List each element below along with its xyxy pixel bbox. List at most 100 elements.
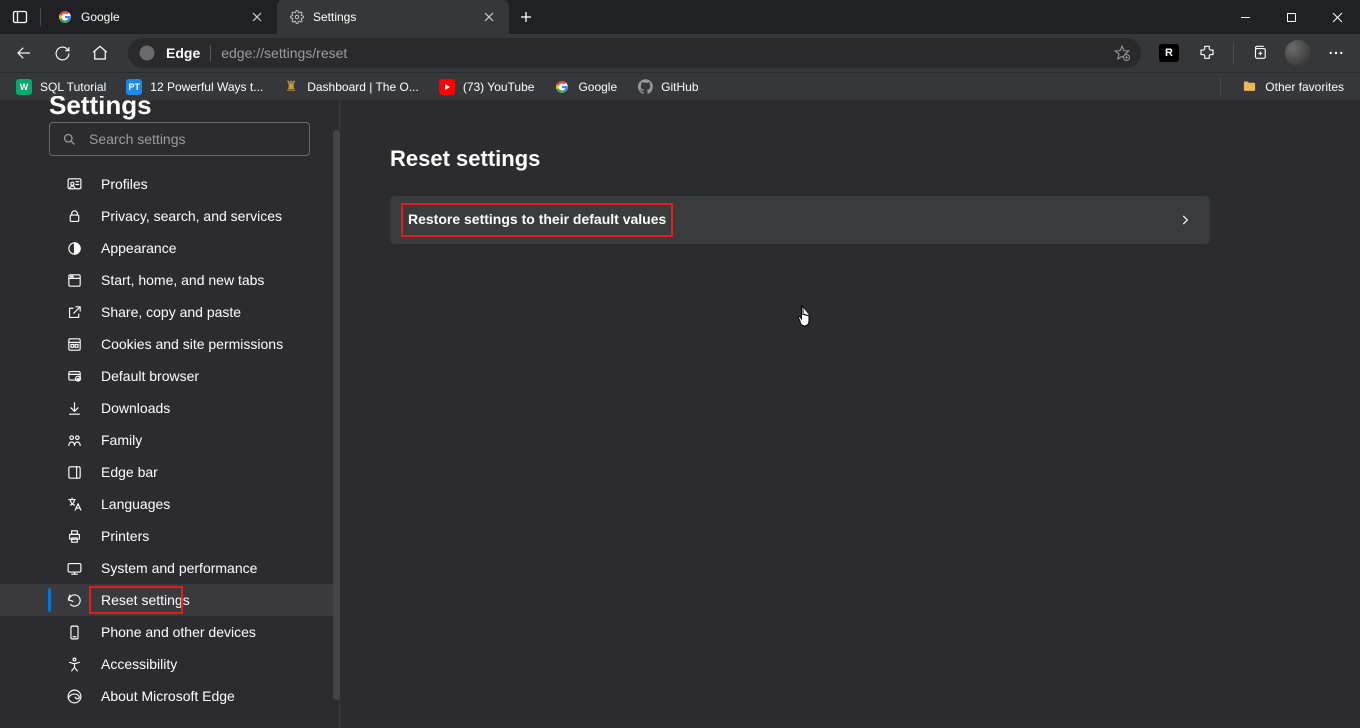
- settings-search-input[interactable]: Search settings: [49, 122, 310, 156]
- sidebar-item-default[interactable]: Default browser: [0, 360, 340, 392]
- separator: [40, 8, 41, 26]
- bookmark-label: Google: [578, 80, 617, 94]
- bookmark-label: Dashboard | The O...: [307, 80, 419, 94]
- refresh-button[interactable]: [44, 37, 80, 69]
- pt-icon: PT: [126, 79, 142, 95]
- bookmark-powerful-ways[interactable]: PT 12 Powerful Ways t...: [118, 75, 271, 99]
- edgebar-icon: [65, 463, 83, 481]
- sidebar-item-label: System and performance: [101, 560, 257, 576]
- tab-settings[interactable]: Settings: [277, 0, 509, 34]
- page-heading: Reset settings: [390, 146, 1360, 172]
- collections-button[interactable]: [1242, 37, 1278, 69]
- sidebar-item-label: About Microsoft Edge: [101, 688, 235, 704]
- sidebar-item-label: Appearance: [101, 240, 177, 256]
- sidebar-item-label: Edge bar: [101, 464, 158, 480]
- sidebar-item-cookies[interactable]: Cookies and site permissions: [0, 328, 340, 360]
- printer-icon: [65, 527, 83, 545]
- app-menu-button[interactable]: [1318, 37, 1354, 69]
- extension-button[interactable]: R: [1151, 37, 1187, 69]
- address-bar[interactable]: Edge edge://settings/reset: [128, 38, 1141, 68]
- bookmark-label: 12 Powerful Ways t...: [150, 80, 263, 94]
- tab-google[interactable]: Google: [45, 0, 277, 34]
- extension-badge: R: [1159, 44, 1179, 62]
- back-button[interactable]: [6, 37, 42, 69]
- cookies-icon: [65, 335, 83, 353]
- sidebar-item-start[interactable]: Start, home, and new tabs: [0, 264, 340, 296]
- language-icon: [65, 495, 83, 513]
- favorite-star-icon[interactable]: [1113, 44, 1131, 62]
- bookmark-youtube[interactable]: (73) YouTube: [431, 75, 543, 99]
- sidebar-item-lock[interactable]: Privacy, search, and services: [0, 200, 340, 232]
- toolbar: Edge edge://settings/reset R: [0, 34, 1360, 72]
- separator: [1220, 78, 1221, 96]
- window-controls: [1222, 0, 1360, 34]
- sidebar-item-language[interactable]: Languages: [0, 488, 340, 520]
- sidebar-item-label: Family: [101, 432, 142, 448]
- sidebar-item-phone[interactable]: Phone and other devices: [0, 616, 340, 648]
- family-icon: [65, 431, 83, 449]
- google-favicon-icon: [57, 9, 73, 25]
- lock-icon: [65, 207, 83, 225]
- sidebar-item-family[interactable]: Family: [0, 424, 340, 456]
- other-favorites-button[interactable]: Other favorites: [1233, 75, 1352, 99]
- sidebar-item-label: Privacy, search, and services: [101, 208, 282, 224]
- sidebar-item-appearance[interactable]: Appearance: [0, 232, 340, 264]
- profile-icon: [65, 175, 83, 193]
- w3-icon: W: [16, 79, 32, 95]
- phone-icon: [65, 623, 83, 641]
- appearance-icon: [65, 239, 83, 257]
- maximize-button[interactable]: [1268, 0, 1314, 34]
- settings-page: Settings Search settings ProfilesPrivacy…: [0, 100, 1360, 728]
- sidebar-item-label: Downloads: [101, 400, 170, 416]
- sidebar-item-edge[interactable]: About Microsoft Edge: [0, 680, 340, 712]
- youtube-icon: [439, 79, 455, 95]
- bookmark-sql-tutorial[interactable]: W SQL Tutorial: [8, 75, 114, 99]
- sidebar-item-system[interactable]: System and performance: [0, 552, 340, 584]
- origin-label: Edge: [166, 45, 200, 61]
- settings-title: Settings: [0, 96, 340, 124]
- restore-settings-button[interactable]: Restore settings to their default values: [390, 196, 1210, 244]
- search-placeholder: Search settings: [89, 131, 186, 147]
- sidebar-scrollbar[interactable]: [333, 130, 340, 700]
- settings-favicon-icon: [289, 9, 305, 25]
- settings-sidebar: Settings Search settings ProfilesPrivacy…: [0, 100, 340, 728]
- sidebar-item-reset[interactable]: Reset settings: [0, 584, 340, 616]
- url-text: edge://settings/reset: [221, 45, 347, 61]
- reset-icon: [65, 591, 83, 609]
- titlebar: Google Settings: [0, 0, 1360, 34]
- tab-close-button[interactable]: [481, 9, 497, 25]
- sidebar-item-label: Start, home, and new tabs: [101, 272, 264, 288]
- extensions-menu-button[interactable]: [1189, 37, 1225, 69]
- sidebar-item-download[interactable]: Downloads: [0, 392, 340, 424]
- tab-close-button[interactable]: [249, 9, 265, 25]
- sidebar-item-accessibility[interactable]: Accessibility: [0, 648, 340, 680]
- settings-main: Reset settings Restore settings to their…: [340, 100, 1360, 728]
- site-identity-icon[interactable]: [138, 44, 156, 62]
- sidebar-item-profile[interactable]: Profiles: [0, 168, 340, 200]
- bookmark-dashboard[interactable]: ♜ Dashboard | The O...: [275, 75, 427, 99]
- card-label: Restore settings to their default values: [408, 211, 666, 227]
- sidebar-item-label: Printers: [101, 528, 149, 544]
- bookmark-github[interactable]: GitHub: [629, 75, 706, 99]
- sidebar-item-share[interactable]: Share, copy and paste: [0, 296, 340, 328]
- sidebar-item-printer[interactable]: Printers: [0, 520, 340, 552]
- bookmark-label: SQL Tutorial: [40, 80, 106, 94]
- profile-button[interactable]: [1280, 37, 1316, 69]
- home-button[interactable]: [82, 37, 118, 69]
- titlebar-drag-area[interactable]: [543, 0, 1222, 34]
- separator: [1233, 43, 1234, 63]
- sidebar-item-label: Default browser: [101, 368, 199, 384]
- new-tab-button[interactable]: [509, 11, 543, 23]
- odin-icon: ♜: [283, 79, 299, 95]
- close-window-button[interactable]: [1314, 0, 1360, 34]
- google-icon: [554, 79, 570, 95]
- separator: [210, 45, 211, 61]
- sidebar-item-edgebar[interactable]: Edge bar: [0, 456, 340, 488]
- tab-actions-button[interactable]: [0, 9, 40, 25]
- minimize-button[interactable]: [1222, 0, 1268, 34]
- other-favorites-label: Other favorites: [1265, 80, 1344, 94]
- bookmark-google[interactable]: Google: [546, 75, 625, 99]
- system-icon: [65, 559, 83, 577]
- sidebar-item-label: Reset settings: [101, 592, 190, 608]
- settings-nav-list: Profiles Privacy, search, and services App…: [0, 164, 340, 712]
